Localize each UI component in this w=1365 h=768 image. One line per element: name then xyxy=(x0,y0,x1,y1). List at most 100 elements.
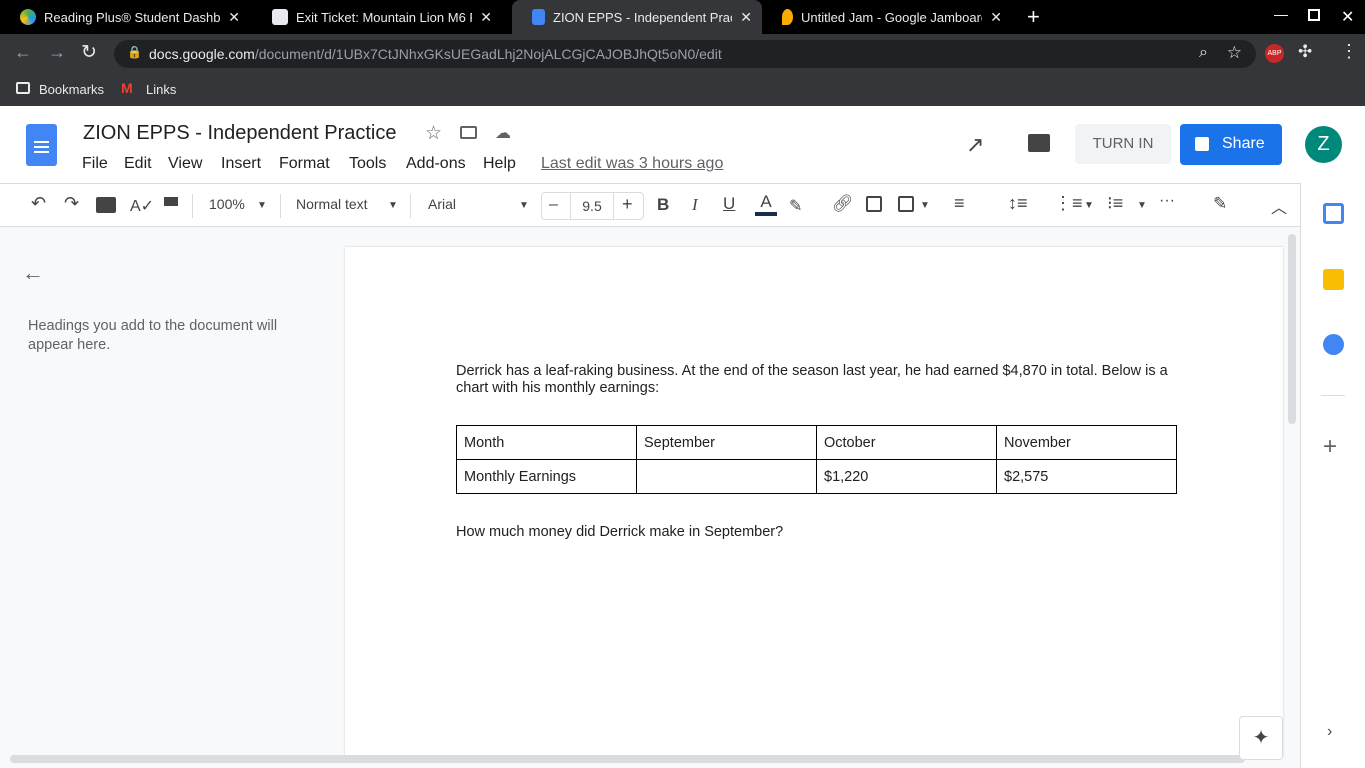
table-cell[interactable]: September xyxy=(636,425,817,460)
turn-in-button[interactable]: TURN IN xyxy=(1075,124,1171,164)
activity-trend-icon[interactable]: ↗ xyxy=(966,132,984,158)
docs-logo-icon[interactable] xyxy=(26,124,57,166)
adblock-icon[interactable]: ABP xyxy=(1265,44,1284,63)
editing-mode-icon[interactable]: ✎ xyxy=(1213,194,1227,214)
chevron-down-icon: ▼ xyxy=(920,200,930,211)
keep-icon[interactable] xyxy=(1323,269,1344,290)
bookmarks-bar: Bookmarks M Links xyxy=(0,72,1365,106)
table-cell[interactable]: $1,220 xyxy=(816,459,997,494)
chevron-down-icon: ▼ xyxy=(1084,200,1094,211)
close-window-icon[interactable]: ✕ xyxy=(1341,7,1354,27)
spellcheck-icon[interactable]: A✓ xyxy=(130,196,154,216)
font-select[interactable]: Arial xyxy=(428,196,456,212)
zoom-select[interactable]: 100% xyxy=(209,196,245,212)
reload-icon[interactable]: ↻ xyxy=(81,41,97,64)
font-size-input[interactable]: 9.5 xyxy=(570,193,614,219)
add-addon-icon[interactable]: + xyxy=(1323,433,1337,461)
more-icon[interactable]: ··· xyxy=(1159,192,1175,210)
tab-bar: Reading Plus® Student Dashboa ✕ Exit Tick… xyxy=(0,0,1365,34)
menu-file[interactable]: File xyxy=(82,155,108,173)
restore-icon[interactable] xyxy=(1308,9,1320,21)
table-cell[interactable]: $2,575 xyxy=(996,459,1177,494)
horizontal-scrollbar[interactable] xyxy=(10,755,1245,763)
chevron-down-icon: ▼ xyxy=(519,200,529,211)
style-select[interactable]: Normal text xyxy=(296,196,368,212)
table-cell[interactable]: Month xyxy=(456,425,637,460)
star-icon[interactable]: ☆ xyxy=(425,122,442,145)
chevron-down-icon: ▼ xyxy=(1137,200,1147,211)
move-folder-icon[interactable] xyxy=(460,126,477,139)
table-cell[interactable]: October xyxy=(816,425,997,460)
tab-reading-plus[interactable]: Reading Plus® Student Dashboa ✕ xyxy=(0,0,250,34)
bulleted-list-icon[interactable]: ⁝≡ xyxy=(1107,193,1123,214)
highlight-icon[interactable]: ✎ xyxy=(789,196,802,216)
folder-icon xyxy=(16,82,30,94)
align-icon[interactable]: ≡ xyxy=(954,193,965,214)
collapse-icon[interactable]: ︿ xyxy=(1271,194,1287,218)
calendar-icon[interactable] xyxy=(1323,203,1344,224)
redo-icon[interactable]: ↷ xyxy=(64,193,79,214)
close-outline-icon[interactable]: ← xyxy=(22,260,44,286)
extensions-icon[interactable]: ✣ xyxy=(1298,42,1312,62)
chevron-down-icon: ▼ xyxy=(257,200,267,211)
bookmark-bookmarks[interactable]: Bookmarks xyxy=(39,82,104,97)
share-button[interactable]: Share xyxy=(1180,124,1282,165)
url-input[interactable]: 🔒 docs.google.com/document/d/1UBx7CtJNhx… xyxy=(114,40,1256,68)
table-cell[interactable]: Monthly Earnings xyxy=(456,459,637,494)
tab-jamboard[interactable]: Untitled Jam - Google Jamboard ✕ xyxy=(762,0,1012,34)
italic-icon[interactable]: I xyxy=(692,195,698,215)
print-icon[interactable] xyxy=(96,197,116,213)
increase-size-button[interactable]: + xyxy=(622,194,633,215)
explore-button[interactable]: ✦ xyxy=(1239,716,1283,760)
zoom-icon[interactable]: ⌕ xyxy=(1199,44,1208,62)
tasks-icon[interactable] xyxy=(1323,334,1344,355)
menu-format[interactable]: Format xyxy=(279,155,330,173)
tab-exit-ticket[interactable]: Exit Ticket: Mountain Lion M6 Fi ✕ xyxy=(252,0,502,34)
text-color-icon[interactable]: A xyxy=(755,192,777,216)
numbered-list-icon[interactable]: ⋮≡ xyxy=(1054,193,1083,214)
add-comment-icon[interactable] xyxy=(866,196,882,212)
table-cell[interactable]: November xyxy=(996,425,1177,460)
document-page[interactable] xyxy=(345,247,1283,757)
decrease-size-button[interactable]: – xyxy=(549,196,558,214)
docs-icon xyxy=(532,9,545,25)
comments-icon[interactable] xyxy=(1028,134,1050,152)
table-row: Month September October November xyxy=(456,425,1177,460)
cloud-saved-icon[interactable]: ☁ xyxy=(495,123,511,143)
bold-icon[interactable]: B xyxy=(657,195,669,215)
expand-panel-icon[interactable]: › xyxy=(1327,723,1332,741)
avatar[interactable]: Z xyxy=(1305,126,1342,163)
paragraph: Derrick has a leaf-raking business. At t… xyxy=(456,363,1168,396)
menu-addons[interactable]: Add-ons xyxy=(406,155,466,173)
document-title[interactable]: ZION EPPS - Independent Practice xyxy=(83,122,397,145)
back-icon[interactable]: ← xyxy=(14,42,32,63)
close-tab-icon[interactable]: ✕ xyxy=(990,9,1002,26)
underline-icon[interactable]: U xyxy=(723,194,735,214)
line-spacing-icon[interactable]: ↕≡ xyxy=(1008,193,1028,214)
table-row: Monthly Earnings $1,220 $2,575 xyxy=(456,459,1177,494)
undo-icon[interactable]: ↶ xyxy=(31,193,46,214)
vertical-scrollbar[interactable] xyxy=(1288,234,1296,424)
table-cell[interactable] xyxy=(636,459,817,494)
close-tab-icon[interactable]: ✕ xyxy=(480,9,492,26)
paint-format-icon[interactable] xyxy=(164,197,178,206)
menu-insert[interactable]: Insert xyxy=(221,155,261,173)
menu-view[interactable]: View xyxy=(168,155,202,173)
menu-edit[interactable]: Edit xyxy=(124,155,152,173)
close-tab-icon[interactable]: ✕ xyxy=(228,9,240,26)
menu-help[interactable]: Help xyxy=(483,155,516,173)
reading-plus-icon xyxy=(20,9,36,25)
forward-icon[interactable]: → xyxy=(48,42,66,63)
bookmark-links[interactable]: Links xyxy=(146,82,176,97)
bookmark-star-icon[interactable]: ☆ xyxy=(1227,43,1242,63)
link-icon[interactable]: 🔗︎ xyxy=(832,194,854,214)
tab-docs[interactable]: ZION EPPS - Independent Practic ✕ xyxy=(512,0,762,34)
minimize-icon[interactable]: — xyxy=(1274,6,1288,22)
close-tab-icon[interactable]: ✕ xyxy=(740,9,752,26)
menu-icon[interactable]: ⋮ xyxy=(1340,41,1358,62)
last-edit-link[interactable]: Last edit was 3 hours ago xyxy=(541,155,723,173)
insert-image-icon[interactable] xyxy=(898,196,914,212)
menu-tools[interactable]: Tools xyxy=(349,155,386,173)
people-icon xyxy=(1195,137,1209,151)
new-tab-icon[interactable]: + xyxy=(1027,4,1040,30)
